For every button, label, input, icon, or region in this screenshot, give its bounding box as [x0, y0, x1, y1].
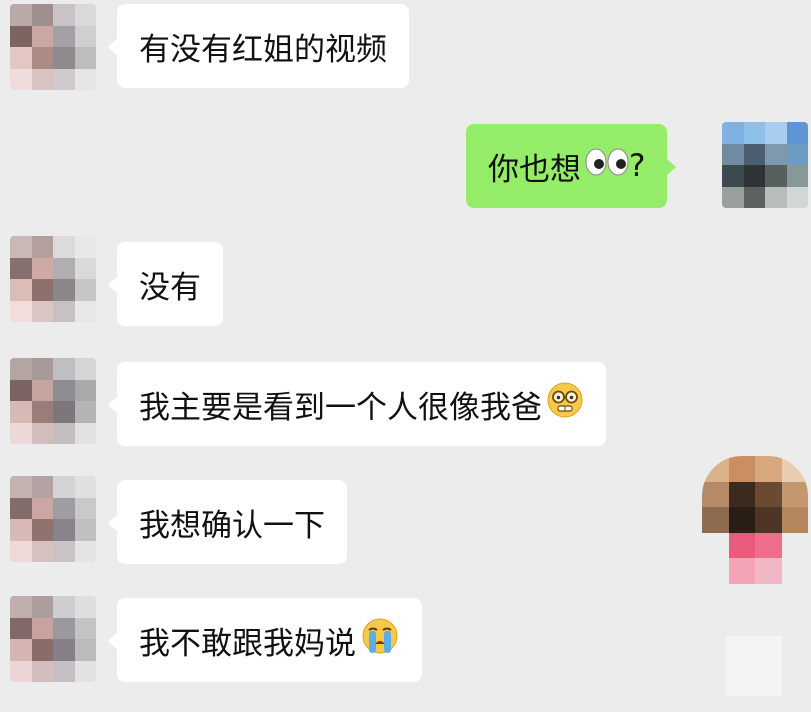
contact-avatar[interactable]	[10, 476, 96, 562]
message-text: 没有	[139, 269, 201, 306]
message-bubble-incoming[interactable]: 没有	[108, 242, 223, 326]
chat-conversation: 有没有红姐的视频 你也想 ? 没有 我主要是看到一个人很像我爸 我想确认一下 我…	[0, 0, 811, 712]
bubble-tail	[666, 158, 677, 176]
self-avatar[interactable]	[722, 122, 808, 208]
contact-avatar[interactable]	[10, 596, 96, 682]
grimace-glasses-icon	[546, 381, 584, 427]
eyes-icon	[585, 147, 629, 185]
bubble-tail	[108, 396, 118, 414]
message-bubble-outgoing[interactable]: 你也想 ?	[466, 124, 677, 208]
message-text: 我主要是看到一个人很像我爸	[139, 389, 542, 426]
crying-face-icon	[360, 616, 400, 664]
contact-avatar[interactable]	[10, 358, 96, 444]
contact-avatar[interactable]	[10, 4, 96, 90]
bubble-tail	[108, 514, 118, 532]
message-text: 我不敢跟我妈说	[139, 625, 356, 662]
contact-avatar[interactable]	[10, 236, 96, 322]
bubble-tail	[108, 632, 118, 650]
sticker-image[interactable]	[702, 456, 808, 584]
message-text: 有没有红姐的视频	[139, 31, 387, 68]
faint-placeholder-image	[726, 636, 782, 696]
bubble-tail	[108, 38, 118, 56]
message-text-suffix: ?	[629, 148, 646, 184]
message-bubble-incoming[interactable]: 我想确认一下	[108, 480, 347, 564]
message-bubble-incoming[interactable]: 有没有红姐的视频	[108, 4, 409, 88]
message-text: 你也想	[488, 151, 581, 188]
message-text: 我想确认一下	[139, 507, 325, 544]
bubble-tail	[108, 276, 118, 294]
message-bubble-incoming[interactable]: 我主要是看到一个人很像我爸	[108, 362, 606, 446]
message-bubble-incoming[interactable]: 我不敢跟我妈说	[108, 598, 422, 682]
